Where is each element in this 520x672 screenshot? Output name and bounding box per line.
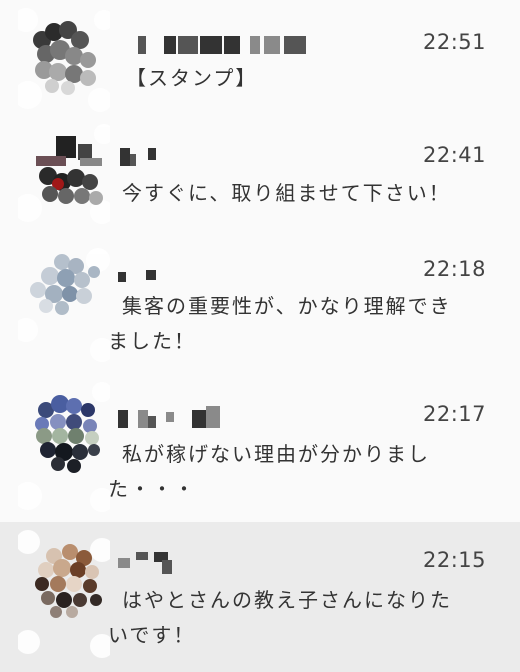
chat-row[interactable]: 22:15 はやとさんの教え子さんになりたいです！ bbox=[0, 522, 520, 672]
avatar bbox=[18, 0, 110, 116]
chat-row[interactable]: 22:51 【スタンプ】 bbox=[0, 0, 520, 118]
avatar bbox=[18, 522, 110, 672]
timestamp: 22:41 bbox=[422, 143, 486, 167]
chat-list: 22:51 【スタンプ】 22:41 今すぐに、取り組ませて下さい！ 22:18… bbox=[0, 0, 520, 672]
message-preview: 集客の重要性が、かなり理解できました！ bbox=[108, 294, 452, 353]
chat-row[interactable]: 22:17 私が稼げない理由が分かりました・・・ bbox=[0, 376, 520, 524]
avatar bbox=[18, 230, 110, 376]
timestamp: 22:18 bbox=[422, 257, 486, 281]
avatar bbox=[18, 376, 110, 522]
chat-row[interactable]: 22:41 今すぐに、取り組ませて下さい！ bbox=[0, 116, 520, 232]
timestamp: 22:51 bbox=[422, 30, 486, 54]
message-preview: はやとさんの教え子さんになりたいです！ bbox=[108, 588, 452, 647]
timestamp: 22:17 bbox=[422, 402, 486, 426]
message-preview: 【スタンプ】 bbox=[126, 66, 258, 90]
avatar bbox=[18, 116, 110, 230]
chat-row[interactable]: 22:18 集客の重要性が、かなり理解できました！ bbox=[0, 230, 520, 378]
message-preview: 今すぐに、取り組ませて下さい！ bbox=[122, 181, 451, 205]
timestamp: 22:15 bbox=[422, 548, 486, 572]
message-preview: 私が稼げない理由が分かりました・・・ bbox=[108, 442, 430, 501]
